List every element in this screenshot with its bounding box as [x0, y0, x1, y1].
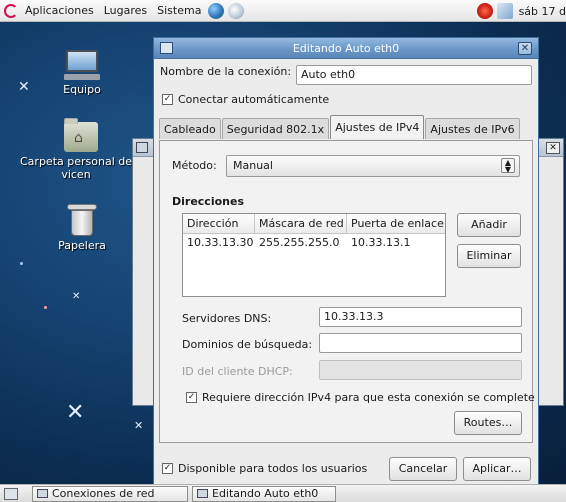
search-domains-row: Dominios de búsqueda:: [182, 338, 312, 351]
addresses-table[interactable]: Dirección Máscara de red Puerta de enlac…: [182, 213, 446, 297]
method-select-value: Manual: [233, 159, 273, 172]
taskbar-item-label: Conexiones de red: [52, 487, 155, 500]
star-decoration: ✕: [66, 400, 85, 425]
dhcp-client-label: ID del cliente DHCP:: [182, 365, 293, 378]
window-app-icon: [197, 489, 208, 498]
ipv4-settings-panel: Método: Manual ▲ ▼ Direcciones Dirección …: [159, 140, 535, 443]
bottom-panel: Conexiones de red Editando Auto eth0: [0, 484, 566, 502]
sparkle-decoration: [44, 306, 47, 309]
auto-connect-checkbox[interactable]: ✓: [162, 94, 173, 105]
menu-sistema[interactable]: Sistema: [152, 0, 206, 22]
require-ipv4-checkbox[interactable]: ✓: [186, 392, 197, 403]
search-domains-input[interactable]: [319, 333, 522, 353]
close-icon[interactable]: ✕: [518, 42, 532, 55]
search-domains-label: Dominios de búsqueda:: [182, 338, 313, 351]
method-select[interactable]: Manual ▲ ▼: [226, 155, 520, 177]
taskbar-item-label: Editando Auto eth0: [212, 487, 319, 500]
computer-icon: [64, 50, 100, 80]
connection-name-row: Nombre de la conexión:: [160, 65, 291, 78]
table-cell[interactable]: 10.33.13.30: [183, 234, 255, 252]
desktop-icon-label: Carpeta personal de vicen: [20, 155, 132, 181]
menu-aplicaciones[interactable]: Aplicaciones: [20, 0, 99, 22]
network-manager-icon[interactable]: [496, 3, 513, 19]
window-app-icon: [160, 42, 173, 54]
desktop-icon-label: Papelera: [58, 239, 106, 252]
dialog-title: Editando Auto eth0: [292, 42, 400, 55]
dhcp-client-input: [319, 360, 522, 380]
require-ipv4-row[interactable]: ✓ Requiere dirección IPv4 para que esta …: [186, 391, 535, 404]
connection-name-label: Nombre de la conexión:: [160, 65, 292, 78]
addresses-title: Direcciones: [172, 195, 244, 208]
desktop-icon-equipo[interactable]: Equipo: [32, 50, 132, 96]
column-header[interactable]: Puerta de enlace: [347, 214, 445, 233]
column-header[interactable]: Máscara de red: [255, 214, 347, 233]
table-row[interactable]: 10.33.13.30 255.255.255.0 10.33.13.1: [183, 234, 445, 252]
taskbar-item-editando[interactable]: Editando Auto eth0: [192, 485, 336, 502]
star-decoration: ✕: [134, 419, 144, 432]
available-all-checkbox[interactable]: ✓: [162, 463, 173, 474]
web-browser-icon[interactable]: [208, 2, 225, 19]
addresses-title-text: Direcciones: [172, 195, 244, 208]
edit-connection-dialog: Editando Auto eth0 ✕ Nombre de la conexi…: [153, 37, 539, 487]
desktop-icon-carpeta-personal[interactable]: ⌂ Carpeta personal de vicen: [20, 118, 134, 181]
taskbar-item-conexiones[interactable]: Conexiones de red: [32, 485, 188, 502]
available-all-label: Disponible para todos los usuarios: [178, 462, 368, 475]
tab-seguridad-8021x[interactable]: Seguridad 802.1x: [221, 118, 330, 139]
desktop-icon-papelera[interactable]: Papelera: [32, 204, 132, 252]
window-app-icon: [37, 489, 48, 498]
star-decoration: ✕: [72, 291, 81, 302]
table-cell[interactable]: 10.33.13.1: [347, 234, 445, 252]
addresses-table-header: Dirección Máscara de red Puerta de enlac…: [183, 214, 445, 234]
desktop-icon-label: Equipo: [63, 83, 101, 96]
show-desktop-icon[interactable]: [4, 487, 18, 500]
method-label: Método:: [172, 159, 217, 172]
available-all-row[interactable]: ✓ Disponible para todos los usuarios: [162, 462, 367, 475]
add-address-button[interactable]: Añadir: [457, 213, 521, 237]
window-app-icon: [136, 142, 148, 153]
apply-button[interactable]: Aplicar…: [463, 457, 531, 481]
auto-connect-row[interactable]: ✓ Conectar automáticamente: [162, 93, 329, 106]
dns-row: Servidores DNS:: [182, 312, 271, 325]
routes-button[interactable]: Routes…: [454, 411, 522, 435]
column-header[interactable]: Dirección: [183, 214, 255, 233]
auto-connect-label: Conectar automáticamente: [178, 93, 330, 106]
menu-lugares[interactable]: Lugares: [99, 0, 152, 22]
tab-ajustes-ipv4[interactable]: Ajustes de IPv4: [330, 115, 425, 139]
dialog-titlebar[interactable]: Editando Auto eth0 ✕: [154, 38, 538, 59]
chevron-updown-icon: ▲ ▼: [501, 158, 515, 174]
sparkle-decoration: [20, 262, 23, 265]
delete-address-button[interactable]: Eliminar: [457, 244, 521, 268]
tab-ajustes-ipv6[interactable]: Ajustes de IPv6: [425, 118, 520, 139]
tab-cableado[interactable]: Cableado: [159, 118, 221, 139]
clock[interactable]: sáb 17 d: [515, 5, 566, 18]
star-decoration: ✕: [18, 79, 30, 95]
trash-icon: [67, 204, 97, 236]
top-panel: Aplicaciones Lugares Sistema sáb 17 d: [0, 0, 566, 22]
cancel-button[interactable]: Cancelar: [389, 457, 457, 481]
home-folder-icon: ⌂: [64, 118, 98, 152]
method-row: Método:: [172, 159, 217, 172]
settings-tabs: Cableado Seguridad 802.1x Ajustes de IPv…: [159, 115, 521, 139]
dns-label: Servidores DNS:: [182, 312, 272, 325]
dhcp-client-row: ID del cliente DHCP:: [182, 365, 293, 378]
email-client-icon[interactable]: [228, 2, 245, 19]
connection-name-input[interactable]: Auto eth0: [296, 65, 532, 85]
require-ipv4-label: Requiere dirección IPv4 para que esta co…: [202, 391, 535, 404]
table-cell[interactable]: 255.255.255.0: [255, 234, 347, 252]
dns-input[interactable]: 10.33.13.3: [319, 307, 522, 327]
debian-logo-icon[interactable]: [4, 3, 18, 18]
update-notifier-icon[interactable]: [476, 3, 493, 19]
close-icon[interactable]: ✕: [546, 142, 560, 154]
